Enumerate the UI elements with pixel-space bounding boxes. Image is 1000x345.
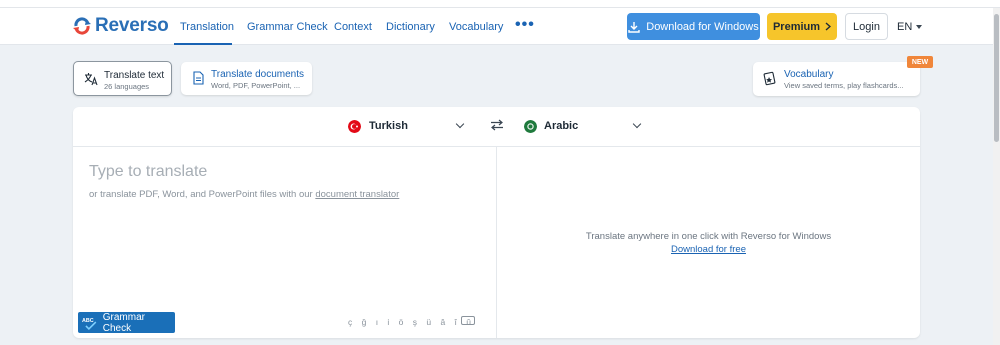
special-characters-bar[interactable]: ç ğ ı i ö ş ü â î û bbox=[348, 317, 475, 327]
svg-text:ABC: ABC bbox=[82, 318, 94, 324]
document-hint: or translate PDF, Word, and PowerPoint f… bbox=[89, 189, 399, 200]
translate-documents-subtitle: Word, PDF, PowerPoint, ... bbox=[211, 81, 301, 90]
more-dots-icon[interactable]: ••• bbox=[515, 16, 535, 34]
login-button[interactable]: Login bbox=[845, 13, 888, 40]
download-for-free-link-row: Download for free bbox=[497, 244, 920, 255]
nav-context[interactable]: Context bbox=[334, 21, 372, 33]
reverso-logo[interactable]: Reverso bbox=[72, 15, 169, 37]
panel-divider bbox=[496, 147, 497, 338]
download-icon bbox=[628, 21, 640, 33]
scrollbar-thumb[interactable] bbox=[994, 14, 999, 142]
grammar-check-label: Grammar Check bbox=[102, 311, 145, 334]
login-label: Login bbox=[853, 20, 880, 33]
download-for-windows-button[interactable]: Download for Windows bbox=[627, 13, 760, 40]
chevron-down-icon bbox=[632, 119, 642, 129]
document-translator-link[interactable]: document translator bbox=[315, 189, 399, 200]
nav-dictionary[interactable]: Dictionary bbox=[386, 21, 435, 33]
translate-text-subtitle: 26 languages bbox=[104, 82, 150, 91]
document-hint-text: or translate PDF, Word, and PowerPoint f… bbox=[89, 189, 316, 200]
grammar-check-icon: ABC bbox=[82, 318, 97, 330]
source-text-input[interactable]: Type to translate bbox=[89, 163, 207, 181]
mode-card-vocabulary[interactable]: Vocabulary View saved terms, play flashc… bbox=[753, 62, 920, 96]
vocabulary-subtitle: View saved terms, play flashcards... bbox=[784, 81, 904, 90]
target-language-name: Arabic bbox=[544, 120, 579, 132]
vocabulary-title: Vocabulary bbox=[784, 69, 834, 80]
grammar-check-button[interactable]: ABC Grammar Check bbox=[78, 311, 175, 334]
translator-panel: Turkish Arabic Type to translate or tran… bbox=[73, 107, 920, 338]
arabic-flag-icon bbox=[524, 120, 537, 133]
download-for-free-link[interactable]: Download for free bbox=[671, 244, 746, 255]
new-badge: NEW bbox=[907, 56, 933, 68]
top-header: Reverso Translation Grammar Check Contex… bbox=[0, 8, 993, 45]
chevron-down-icon bbox=[455, 119, 465, 129]
caret-down-icon bbox=[916, 25, 923, 29]
premium-button[interactable]: Premium bbox=[767, 13, 837, 40]
windows-promo-text: Translate anywhere in one click with Rev… bbox=[585, 231, 832, 242]
download-label: Download for Windows bbox=[646, 20, 759, 33]
swap-languages-icon[interactable] bbox=[490, 118, 504, 132]
ui-language-value: EN bbox=[897, 21, 913, 33]
document-icon bbox=[193, 71, 204, 85]
nav-grammar-check[interactable]: Grammar Check bbox=[247, 21, 328, 33]
mode-card-translate-documents[interactable]: Translate documents Word, PDF, PowerPoin… bbox=[181, 62, 312, 95]
flashcards-icon bbox=[763, 71, 776, 86]
translate-text-title: Translate text bbox=[104, 70, 165, 81]
language-bar: Turkish Arabic bbox=[73, 107, 920, 147]
translate-documents-title: Translate documents bbox=[211, 69, 305, 80]
ui-language-selector[interactable]: EN bbox=[897, 21, 923, 33]
chevron-right-icon bbox=[825, 22, 832, 31]
nav-vocabulary[interactable]: Vocabulary bbox=[449, 21, 503, 33]
turkey-flag-icon bbox=[348, 120, 361, 133]
active-tab-underline bbox=[174, 43, 232, 45]
source-language-name: Turkish bbox=[369, 120, 408, 132]
mode-card-translate-text[interactable]: Translate text 26 languages bbox=[73, 61, 172, 96]
reverso-logo-icon bbox=[73, 17, 91, 35]
virtual-keyboard-icon[interactable] bbox=[461, 316, 475, 325]
translate-icon bbox=[84, 73, 98, 86]
brand-name: Reverso bbox=[95, 15, 169, 36]
page-scrollbar[interactable] bbox=[993, 8, 1000, 345]
nav-translation[interactable]: Translation bbox=[180, 21, 234, 33]
premium-label: Premium bbox=[772, 20, 821, 33]
browser-strip bbox=[0, 0, 1000, 8]
